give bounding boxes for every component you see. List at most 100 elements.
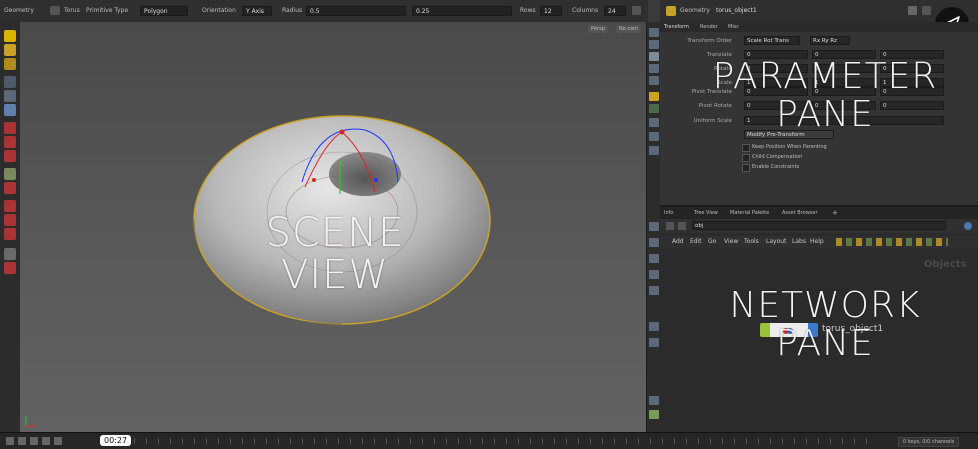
display-camera-icon[interactable]	[649, 286, 659, 295]
stop-icon[interactable]	[30, 437, 38, 445]
back-arrow-icon[interactable]	[666, 222, 674, 230]
handle-tool-icon[interactable]	[4, 90, 16, 102]
light-icon[interactable]	[4, 214, 16, 226]
tab-tree-view[interactable]: Tree View	[694, 210, 718, 216]
tab-transform[interactable]: Transform	[664, 24, 689, 30]
transform-order-select[interactable]: Scale Rot Trans	[744, 36, 800, 45]
parameter-overlay-line2: PANE	[776, 93, 874, 135]
network-context-label: Objects	[924, 259, 967, 270]
display-handles-icon[interactable]	[649, 238, 659, 247]
scene-viewport[interactable]: Persp No cam SCENE VIEW	[20, 22, 646, 432]
radius-label: Radius	[282, 7, 303, 14]
display-grid-icon[interactable]	[649, 222, 659, 231]
tab-asset-browser[interactable]: Asset Browser	[782, 210, 818, 216]
display-background-icon[interactable]	[649, 146, 659, 155]
tab-misc[interactable]: Misc	[728, 24, 739, 30]
shading-icon[interactable]	[4, 182, 16, 194]
display-normals-icon[interactable]	[649, 40, 659, 49]
move-tool-icon[interactable]	[4, 44, 16, 56]
scene-view-overlay: SCENE VIEW	[265, 210, 405, 298]
rotate-order-select[interactable]: Rx Ry Rz	[810, 36, 850, 45]
timeline-scrubber[interactable]	[134, 438, 874, 444]
display-lights-icon[interactable]	[649, 322, 659, 331]
gear-icon[interactable]	[908, 6, 917, 15]
magnet-icon[interactable]	[4, 228, 16, 240]
rows-label: Rows	[520, 7, 536, 14]
forward-arrow-icon[interactable]	[678, 222, 686, 230]
context-label[interactable]: Geometry	[4, 7, 34, 14]
camera-icon[interactable]	[4, 200, 16, 212]
keys-channels-label: 0 keys, 0/0 channels	[898, 437, 960, 447]
display-vertex-icon[interactable]	[649, 76, 659, 85]
menu-edit[interactable]: Edit	[690, 238, 702, 245]
radius-input-1[interactable]: 0.5	[306, 6, 406, 16]
top-toolbar: Geometry Torus Primitive Type Polygon Or…	[0, 0, 648, 23]
primitive-type-label: Primitive Type	[86, 7, 129, 14]
menu-add[interactable]: Add	[672, 238, 684, 245]
network-path-field[interactable]: obj	[692, 221, 946, 230]
display-prim-icon[interactable]	[649, 64, 659, 73]
snap-point-icon[interactable]	[4, 150, 16, 162]
time-badge: 00:27	[100, 435, 132, 446]
display-force-icon[interactable]	[649, 338, 659, 347]
primitive-type-select[interactable]: Polygon	[140, 6, 188, 16]
keep-position-checkbox[interactable]	[742, 144, 750, 152]
menu-help[interactable]: Help	[810, 238, 824, 245]
network-tabs: Info Tree View Material Palette Asset Br…	[660, 207, 978, 219]
orientation-select[interactable]: Y Axis	[242, 6, 272, 16]
menu-view[interactable]: View	[724, 238, 738, 245]
radius-input-2[interactable]: 0.25	[412, 6, 512, 16]
select-tool-icon[interactable]	[4, 30, 16, 42]
tab-material-palette[interactable]: Material Palette	[730, 210, 769, 216]
axis-gizmo	[25, 416, 36, 427]
timeline[interactable]: 00:27 0 keys, 0/0 channels	[0, 432, 978, 449]
parameter-pane: Transform Render Misc Transform Order Sc…	[660, 22, 978, 207]
layout-icon[interactable]	[649, 410, 659, 419]
snap-grid-icon[interactable]	[4, 122, 16, 134]
left-tool-strip	[0, 22, 21, 432]
display-uv-icon[interactable]	[649, 52, 659, 61]
tab-info[interactable]: Info	[664, 210, 673, 216]
toolbar-menu-icon[interactable]	[632, 6, 641, 15]
display-light-icon[interactable]	[649, 118, 659, 127]
pose-tool-icon[interactable]	[4, 76, 16, 88]
transform-order-label: Transform Order	[687, 38, 732, 44]
node-name-field[interactable]: torus_object1	[716, 7, 757, 14]
tab-render[interactable]: Render	[700, 24, 718, 30]
step-back-icon[interactable]	[18, 437, 26, 445]
help-icon[interactable]	[964, 222, 972, 230]
menu-go[interactable]: Go	[708, 238, 716, 245]
orientation-label: Orientation	[202, 7, 236, 14]
network-path-bar: obj	[660, 219, 978, 233]
network-menu-bar: Add Edit Go View Tools Layout Labs Help	[660, 236, 978, 248]
menu-layout[interactable]: Layout	[766, 238, 786, 245]
display-template-icon[interactable]	[649, 92, 659, 101]
node-context-label: Geometry	[680, 7, 710, 14]
add-tab-icon[interactable]: +	[832, 209, 838, 217]
view-tool-icon[interactable]	[4, 104, 16, 116]
record-icon[interactable]	[4, 262, 16, 274]
enable-constraints-checkbox[interactable]	[742, 164, 750, 172]
display-options-icon[interactable]	[4, 248, 16, 260]
child-compensation-checkbox[interactable]	[742, 154, 750, 162]
display-geometry-icon[interactable]	[649, 270, 659, 279]
network-tool-icons[interactable]	[836, 238, 948, 246]
info-icon[interactable]	[649, 396, 659, 405]
display-bones-icon[interactable]	[649, 254, 659, 263]
menu-labs[interactable]: Labs	[792, 238, 806, 245]
wireframe-icon[interactable]	[4, 168, 16, 180]
display-ghost-icon[interactable]	[649, 104, 659, 113]
play-icon[interactable]	[42, 437, 50, 445]
help-icon[interactable]	[922, 6, 931, 15]
skip-end-icon[interactable]	[54, 437, 62, 445]
keep-position-label: Keep Position When Parenting	[752, 144, 827, 150]
columns-input[interactable]: 24	[604, 6, 626, 16]
display-shadow-icon[interactable]	[649, 132, 659, 141]
rotate-tool-icon[interactable]	[4, 58, 16, 70]
snap-prim-icon[interactable]	[4, 136, 16, 148]
menu-tools[interactable]: Tools	[744, 238, 759, 245]
rows-input[interactable]: 12	[540, 6, 562, 16]
display-points-icon[interactable]	[649, 28, 659, 37]
geometry-node-icon	[666, 6, 676, 16]
skip-start-icon[interactable]	[6, 437, 14, 445]
